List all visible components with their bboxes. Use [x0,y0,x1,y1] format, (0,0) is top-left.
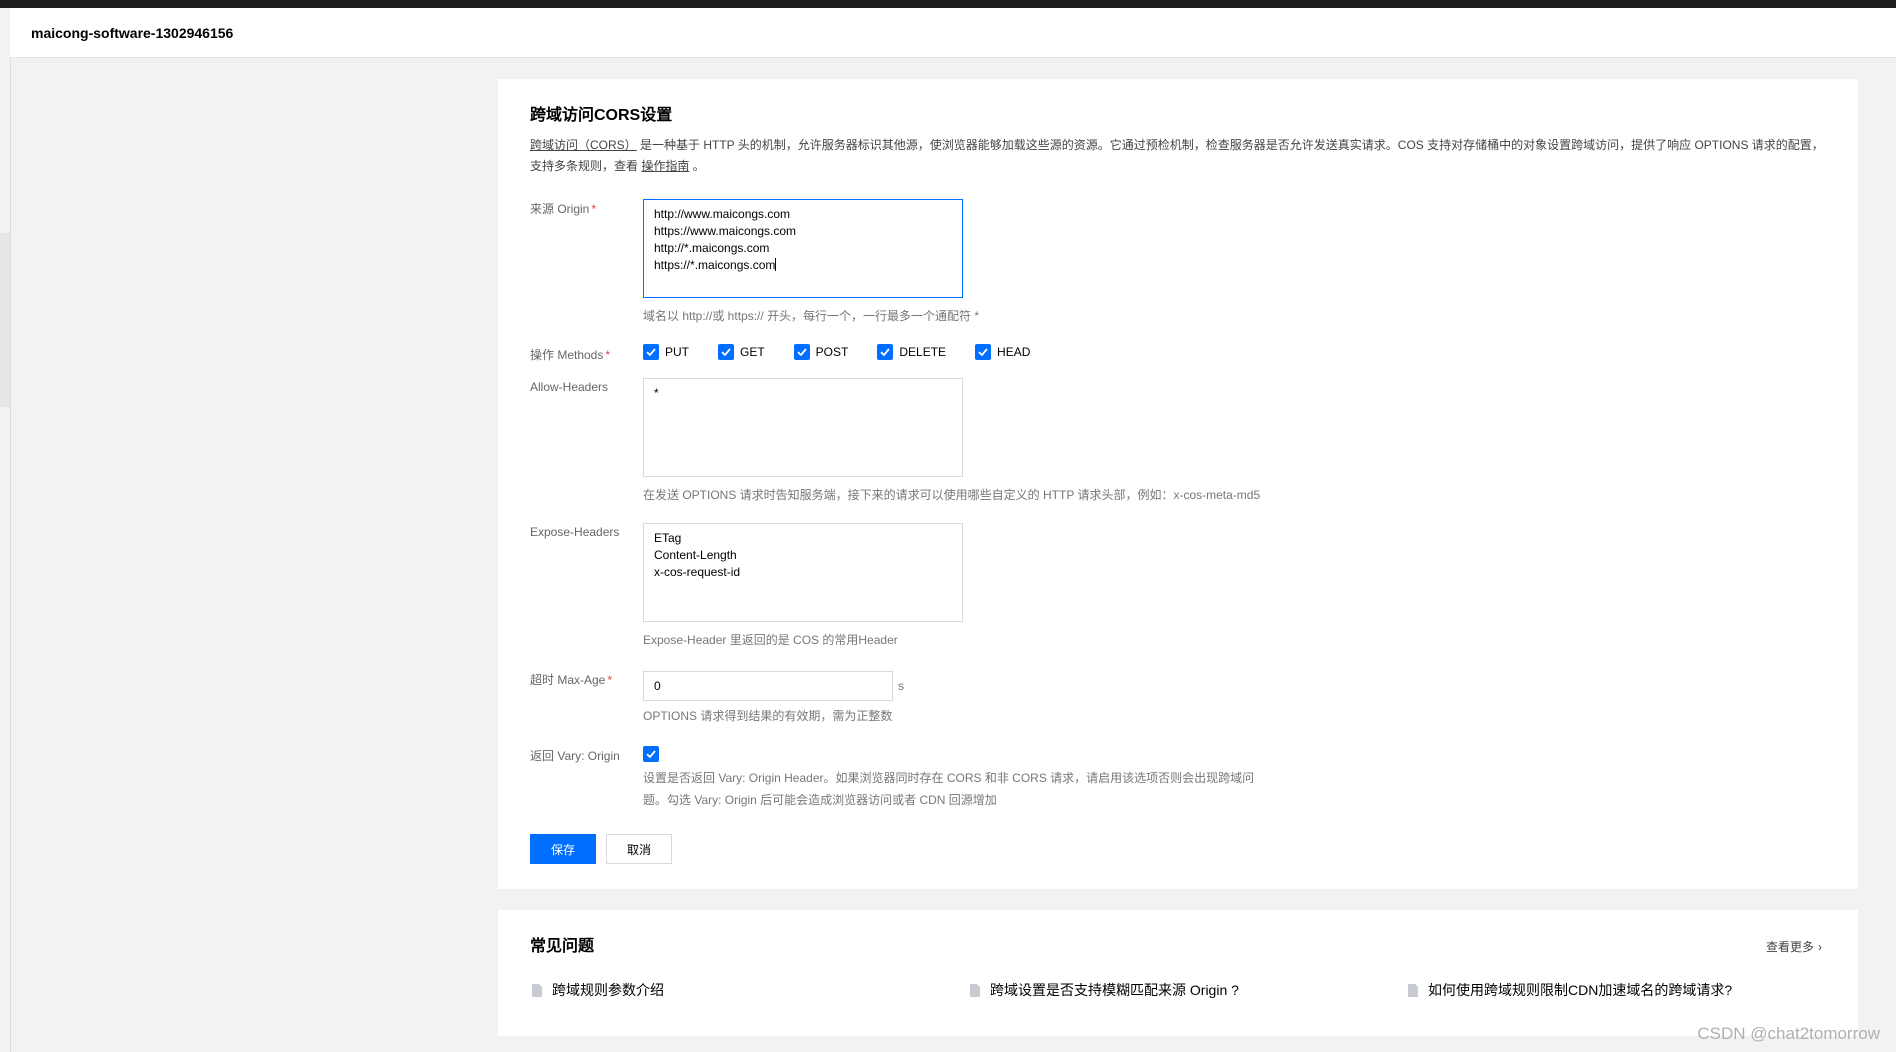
method-delete-checkbox[interactable]: DELETE [877,344,946,360]
allow-headers-label: Allow-Headers [530,380,609,394]
origin-line: http://www.maicongs.com [654,207,791,221]
methods-group: PUT GET POST DELETE HEAD [643,344,1059,360]
method-get-checkbox[interactable]: GET [718,344,765,360]
watermark: CSDN @chat2tomorrow [1697,1024,1880,1043]
method-post-checkbox[interactable]: POST [793,344,849,360]
expose-headers-textarea[interactable]: ETag Content-Length x-cos-request-id [643,523,963,622]
text-caret [775,258,777,271]
faq-item-label: 跨域规则参数介绍 [552,982,664,998]
window-top-bar [0,0,1896,8]
checkbox-checked-icon[interactable] [877,344,894,360]
allow-headers-textarea[interactable]: * [643,378,963,477]
faq-item-label: 如何使用跨域规则限制CDN加速域名的跨域请求? [1428,982,1733,998]
document-icon [970,983,980,997]
checkbox-checked-icon[interactable] [793,344,810,360]
chevron-right-icon: › [1818,939,1822,954]
max-age-label-text: 超时 Max-Age [530,673,606,687]
expose-header-line: ETag [654,531,682,545]
faq-item[interactable]: 跨域规则参数介绍 [532,980,664,1000]
allow-headers-value: * [654,386,659,400]
origin-line-last: https://*.maicongs.com [654,257,952,274]
guide-link[interactable]: 操作指南 [641,159,689,173]
vary-help-line: 设置是否返回 Vary: Origin Header。如果浏览器同时存在 COR… [643,771,1255,785]
cors-description: 跨域访问（CORS） 是一种基于 HTTP 头的机制，允许服务器标识其他源，使浏… [530,135,1830,177]
cors-settings-card: 跨域访问CORS设置 跨域访问（CORS） 是一种基于 HTTP 头的机制，允许… [498,79,1858,889]
sidebar-divider [10,58,11,1052]
save-button[interactable]: 保存 [530,834,596,864]
method-put-checkbox[interactable]: PUT [643,344,689,360]
origin-textarea[interactable]: http://www.maicongs.com https://www.maic… [643,199,963,298]
origin-line: https://www.maicongs.com [654,224,797,238]
origin-label: 来源 Origin * [530,200,596,217]
max-age-help: OPTIONS 请求得到结果的有效期，需为正整数 [643,709,893,723]
expose-header-line: Content-Length [654,548,737,562]
origin-label-text: 来源 Origin [530,202,590,216]
required-mark: * [591,202,597,216]
cors-title: 跨域访问CORS设置 [530,107,673,124]
cors-doc-link[interactable]: 跨域访问（CORS） [530,138,637,152]
view-more-link[interactable]: 查看更多 › [1766,938,1822,955]
view-more-label: 查看更多 [1765,940,1814,954]
origin-line: http://*.maicongs.com [654,241,770,255]
methods-label: 操作 Methods * [530,346,610,363]
origin-help: 域名以 http://或 https:// 开头，每行一个，一行最多一个通配符 … [643,309,980,323]
vary-help-line: 题。勾选 Vary: Origin 后可能会造成浏览器访问或者 CDN 回源增加 [643,793,997,807]
vary-origin-checkbox[interactable] [643,746,659,762]
cors-desc-text: 是一种基于 HTTP 头的机制，允许服务器标识其他源，使浏览器能够加载这些源的资… [530,138,1824,173]
max-age-input[interactable]: 0 [643,671,893,701]
required-mark: * [605,348,611,362]
vary-origin-help: 设置是否返回 Vary: Origin Header。如果浏览器同时存在 COR… [643,767,1254,811]
faq-card: 常见问题 查看更多 › 跨域规则参数介绍 跨域设置是否支持模糊匹配来源 Orig… [498,910,1858,1036]
checkbox-checked-icon[interactable] [975,344,992,360]
method-label: DELETE [899,345,947,359]
vary-origin-label: 返回 Vary: Origin [530,749,620,763]
document-icon [1408,983,1418,997]
page-header: maicong-software-1302946156 [10,8,1896,58]
document-icon [532,983,542,997]
faq-title: 常见问题 [530,938,595,955]
method-label: HEAD [997,345,1031,359]
faq-item[interactable]: 跨域设置是否支持模糊匹配来源 Origin ? [970,980,1239,1000]
checkbox-checked-icon[interactable] [643,344,659,360]
required-mark: * [607,673,613,687]
methods-label-text: 操作 Methods [530,348,604,362]
origin-line: https://*.maicongs.com [654,258,776,272]
cancel-button[interactable]: 取消 [606,834,672,864]
method-label: PUT [665,345,689,359]
method-label: GET [740,345,765,359]
checkbox-checked-icon[interactable] [718,344,734,360]
expose-headers-label: Expose-Headers [530,525,620,539]
method-head-checkbox[interactable]: HEAD [975,344,1030,360]
expose-headers-help: Expose-Header 里返回的是 COS 的常用Header [643,633,898,647]
expose-header-line: x-cos-request-id [654,565,741,579]
sidebar-edge [0,233,10,407]
max-age-label: 超时 Max-Age * [530,671,612,688]
bucket-name: maicong-software-1302946156 [31,25,234,41]
faq-item-label: 跨域设置是否支持模糊匹配来源 Origin ? [990,982,1239,998]
cors-desc-end: 。 [689,159,705,173]
method-label: POST [815,345,849,359]
max-age-unit: s [898,679,904,693]
faq-item[interactable]: 如何使用跨域规则限制CDN加速域名的跨域请求? [1408,980,1732,1000]
allow-headers-help: 在发送 OPTIONS 请求时告知服务端，接下来的请求可以使用哪些自定义的 HT… [643,488,1261,502]
